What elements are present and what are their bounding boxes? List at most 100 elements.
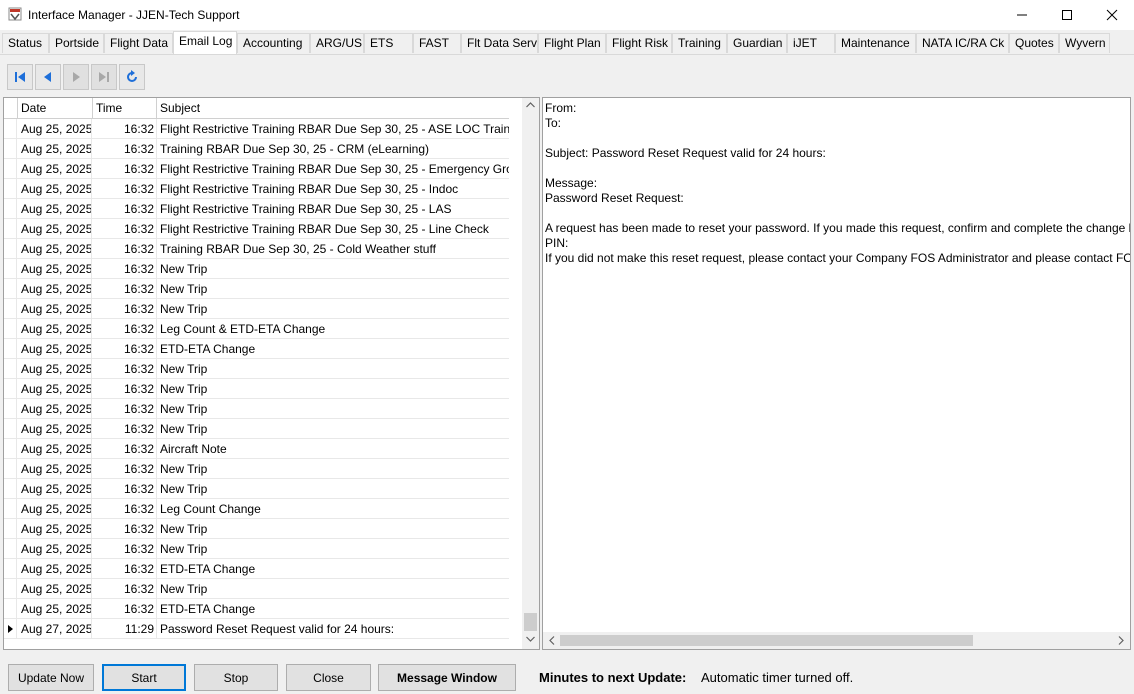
tab-accounting[interactable]: Accounting <box>237 33 310 53</box>
first-record-button[interactable] <box>7 64 33 90</box>
row-indicator <box>4 299 17 319</box>
row-indicator <box>4 539 17 559</box>
tab-flight-data[interactable]: Flight Data <box>104 33 173 53</box>
tab-fast[interactable]: FAST <box>413 33 461 53</box>
table-row[interactable]: Aug 25, 2025 16:32 Training RBAR Due Sep 3… <box>4 239 509 259</box>
row-subject: New Trip <box>160 402 208 416</box>
table-row[interactable]: Aug 25, 2025 16:32 New Trip <box>4 539 509 559</box>
row-date: Aug 25, 2025 <box>18 259 92 279</box>
row-time: 16:32 <box>93 159 157 179</box>
email-log-grid[interactable]: Date Time Subject Aug 25, 2025 16:32 Fligh… <box>3 97 540 650</box>
tab-wyvern[interactable]: Wyvern <box>1059 33 1110 53</box>
table-row[interactable]: Aug 25, 2025 16:32 Flight Restrictive Trai… <box>4 179 509 199</box>
scroll-right-icon[interactable] <box>1118 636 1124 645</box>
row-date: Aug 25, 2025 <box>18 239 92 259</box>
message-line: Subject: Password Reset Request valid fo… <box>545 146 826 160</box>
table-row[interactable]: Aug 25, 2025 16:32 Flight Restrictive Trai… <box>4 219 509 239</box>
row-date: Aug 25, 2025 <box>18 579 92 599</box>
tab-arg-us[interactable]: ARG/US <box>310 33 364 53</box>
row-date: Aug 25, 2025 <box>18 299 92 319</box>
table-row[interactable]: Aug 25, 2025 16:32 New Trip <box>4 299 509 319</box>
row-date: Aug 25, 2025 <box>18 119 92 139</box>
start-button[interactable]: Start <box>102 664 186 691</box>
row-indicator <box>4 459 17 479</box>
row-subject: ETD-ETA Change <box>160 602 256 616</box>
table-row[interactable]: Aug 25, 2025 16:32 New Trip <box>4 279 509 299</box>
scroll-down-icon[interactable] <box>526 636 535 642</box>
minimize-button[interactable] <box>999 0 1044 30</box>
tab-training[interactable]: Training <box>672 33 727 53</box>
message-scroll-thumb[interactable] <box>560 635 973 646</box>
tab-maintenance[interactable]: Maintenance <box>835 33 916 53</box>
table-row[interactable]: Aug 25, 2025 16:32 New Trip <box>4 399 509 419</box>
row-time: 11:29 <box>93 619 157 639</box>
row-indicator <box>4 599 17 619</box>
last-record-button[interactable] <box>91 64 117 90</box>
stop-button[interactable]: Stop <box>194 664 278 691</box>
tab-email-log[interactable]: Email Log <box>173 31 237 54</box>
table-row[interactable]: Aug 25, 2025 16:32 Flight Restrictive Trai… <box>4 119 509 139</box>
message-preview-panel[interactable]: From: To: Subject: Password Reset Request … <box>542 97 1131 650</box>
scroll-up-icon[interactable] <box>526 102 535 108</box>
message-window-button[interactable]: Message Window <box>378 664 516 691</box>
close-window-button[interactable] <box>1089 0 1134 30</box>
row-time: 16:32 <box>93 499 157 519</box>
table-row[interactable]: Aug 25, 2025 16:32 New Trip <box>4 479 509 499</box>
row-subject: Leg Count & ETD-ETA Change <box>160 322 326 336</box>
tab-status[interactable]: Status <box>2 33 49 53</box>
table-row[interactable]: Aug 25, 2025 16:32 New Trip <box>4 259 509 279</box>
tab-flight-risk[interactable]: Flight Risk <box>606 33 672 53</box>
table-row[interactable]: Aug 27, 2025 11:29 Password Reset Request … <box>4 619 509 639</box>
message-horizontal-scrollbar[interactable] <box>543 632 1130 649</box>
table-row[interactable]: Aug 25, 2025 16:32 ETD-ETA Change <box>4 559 509 579</box>
refresh-button[interactable] <box>119 64 145 90</box>
table-row[interactable]: Aug 25, 2025 16:32 New Trip <box>4 579 509 599</box>
table-row[interactable]: Aug 25, 2025 16:32 ETD-ETA Change <box>4 339 509 359</box>
refresh-icon <box>127 70 137 82</box>
table-row[interactable]: Aug 25, 2025 16:32 Aircraft Note <box>4 439 509 459</box>
table-row[interactable]: Aug 25, 2025 16:32 Leg Count Change <box>4 499 509 519</box>
tab-guardian[interactable]: Guardian <box>727 33 787 53</box>
scroll-left-icon[interactable] <box>549 636 555 645</box>
tab-flight-plan[interactable]: Flight Plan <box>538 33 606 53</box>
maximize-button[interactable] <box>1044 0 1089 30</box>
tab-ets[interactable]: ETS <box>364 33 413 53</box>
row-date: Aug 25, 2025 <box>18 439 92 459</box>
table-row[interactable]: Aug 25, 2025 16:32 New Trip <box>4 379 509 399</box>
table-row[interactable]: Aug 25, 2025 16:32 Training RBAR Due Sep 3… <box>4 139 509 159</box>
tab-ijet[interactable]: iJET <box>787 33 835 53</box>
row-indicator <box>4 239 17 259</box>
update-now-button[interactable]: Update Now <box>8 664 94 691</box>
tab-quotes[interactable]: Quotes <box>1009 33 1059 53</box>
grid-vertical-scrollbar[interactable] <box>522 98 539 649</box>
row-indicator <box>4 379 17 399</box>
table-row[interactable]: Aug 25, 2025 16:32 New Trip <box>4 359 509 379</box>
row-indicator <box>4 499 17 519</box>
row-date: Aug 25, 2025 <box>18 179 92 199</box>
date-column-header[interactable]: Date <box>18 98 93 119</box>
table-row[interactable]: Aug 25, 2025 16:32 Flight Restrictive Trai… <box>4 199 509 219</box>
row-date: Aug 25, 2025 <box>18 599 92 619</box>
tab-portside[interactable]: Portside <box>49 33 104 53</box>
last-record-icon <box>99 72 109 82</box>
table-row[interactable]: Aug 25, 2025 16:32 Flight Restrictive Trai… <box>4 159 509 179</box>
maximize-icon <box>1061 10 1072 20</box>
time-column-header[interactable]: Time <box>93 98 157 119</box>
grid-scroll-thumb[interactable] <box>524 613 537 631</box>
previous-record-button[interactable] <box>35 64 61 90</box>
table-row[interactable]: Aug 25, 2025 16:32 New Trip <box>4 419 509 439</box>
table-row[interactable]: Aug 25, 2025 16:32 Leg Count & ETD-ETA Cha… <box>4 319 509 339</box>
next-record-button[interactable] <box>63 64 89 90</box>
close-button[interactable]: Close <box>286 664 371 691</box>
subject-column-header[interactable]: Subject <box>157 98 509 119</box>
tab-nata-ic-ra-ck[interactable]: NATA IC/RA Ck <box>916 33 1009 53</box>
next-update-value: Automatic timer turned off. <box>701 670 854 685</box>
row-indicator <box>4 259 17 279</box>
row-indicator <box>4 219 17 239</box>
row-time: 16:32 <box>93 319 157 339</box>
table-row[interactable]: Aug 25, 2025 16:32 New Trip <box>4 459 509 479</box>
table-row[interactable]: Aug 25, 2025 16:32 New Trip <box>4 519 509 539</box>
row-time: 16:32 <box>93 479 157 499</box>
tab-flt-data-serv[interactable]: Flt Data Serv <box>461 33 538 53</box>
table-row[interactable]: Aug 25, 2025 16:32 ETD-ETA Change <box>4 599 509 619</box>
